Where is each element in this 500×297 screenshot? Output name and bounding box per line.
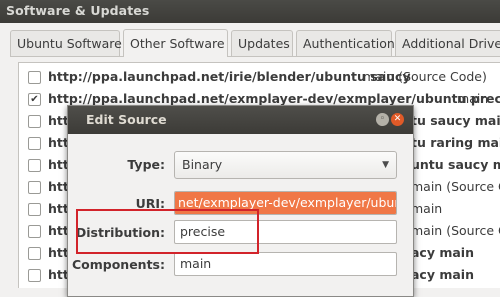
components-input[interactable]: main bbox=[174, 252, 397, 276]
list-item[interactable]: http://ppa.launchpad.net/irie/blender/ub… bbox=[19, 66, 500, 88]
source-url: htt bbox=[48, 267, 69, 282]
source-url: http://ppa.launchpad.net/irie/blender/ub… bbox=[48, 69, 411, 84]
window-titlebar: Software & Updates bbox=[0, 0, 500, 23]
source-checkbox[interactable]: ✔ bbox=[28, 93, 41, 106]
chevron-down-icon: ▼ bbox=[382, 160, 389, 170]
source-url: htt bbox=[48, 113, 69, 128]
window-title: Software & Updates bbox=[6, 3, 150, 18]
source-url: htt bbox=[48, 135, 69, 150]
source-components: tu saucy main bbox=[411, 113, 500, 128]
source-components: untu saucy main bbox=[411, 157, 500, 172]
tab-ubuntu-software[interactable]: Ubuntu Software bbox=[10, 30, 122, 56]
source-checkbox[interactable] bbox=[28, 203, 41, 216]
tab-divider bbox=[10, 56, 500, 57]
tab-updates[interactable]: Updates bbox=[231, 30, 293, 56]
components-label: Components: bbox=[71, 257, 165, 272]
edit-source-dialog: Edit Source ◦ ✕ Type: Binary ▼ URI: net/… bbox=[67, 105, 414, 297]
source-url: htt bbox=[48, 223, 69, 238]
dialog-titlebar: Edit Source ◦ ✕ bbox=[68, 106, 413, 134]
source-components: acy main bbox=[411, 267, 474, 282]
source-components: main (Source Code) bbox=[363, 69, 487, 84]
distribution-highlight-box bbox=[76, 209, 259, 254]
tab-other-software[interactable]: Other Software bbox=[123, 29, 228, 57]
tab-bar: Ubuntu Software Other Software Updates A… bbox=[10, 29, 500, 57]
type-value: Binary bbox=[182, 157, 223, 172]
source-url: htt bbox=[48, 245, 69, 260]
source-components: main (Source Code bbox=[411, 223, 500, 238]
source-checkbox[interactable] bbox=[28, 115, 41, 128]
source-url: htt bbox=[48, 201, 69, 216]
source-checkbox[interactable] bbox=[28, 159, 41, 172]
components-value: main bbox=[180, 256, 212, 271]
minimize-icon[interactable]: ◦ bbox=[376, 113, 389, 126]
source-checkbox[interactable] bbox=[28, 225, 41, 238]
source-components: acy main bbox=[411, 245, 474, 260]
tab-additional-drivers[interactable]: Additional Drivers bbox=[395, 30, 500, 56]
tab-authentication[interactable]: Authentication bbox=[296, 30, 395, 56]
source-components: main bbox=[457, 91, 489, 106]
source-url: htt bbox=[48, 179, 69, 194]
source-checkbox[interactable] bbox=[28, 269, 41, 282]
source-components: main (Source Code bbox=[411, 179, 500, 194]
source-checkbox[interactable] bbox=[28, 247, 41, 260]
source-url: htt bbox=[48, 157, 69, 172]
source-checkbox[interactable] bbox=[28, 71, 41, 84]
source-checkbox[interactable] bbox=[28, 181, 41, 194]
source-components: main bbox=[411, 201, 443, 216]
close-icon[interactable]: ✕ bbox=[391, 113, 404, 126]
source-components: tu raring main bbox=[411, 135, 500, 150]
source-checkbox[interactable] bbox=[28, 137, 41, 150]
type-label: Type: bbox=[127, 157, 165, 172]
dialog-title: Edit Source bbox=[86, 112, 167, 127]
type-combobox[interactable]: Binary ▼ bbox=[174, 151, 397, 179]
